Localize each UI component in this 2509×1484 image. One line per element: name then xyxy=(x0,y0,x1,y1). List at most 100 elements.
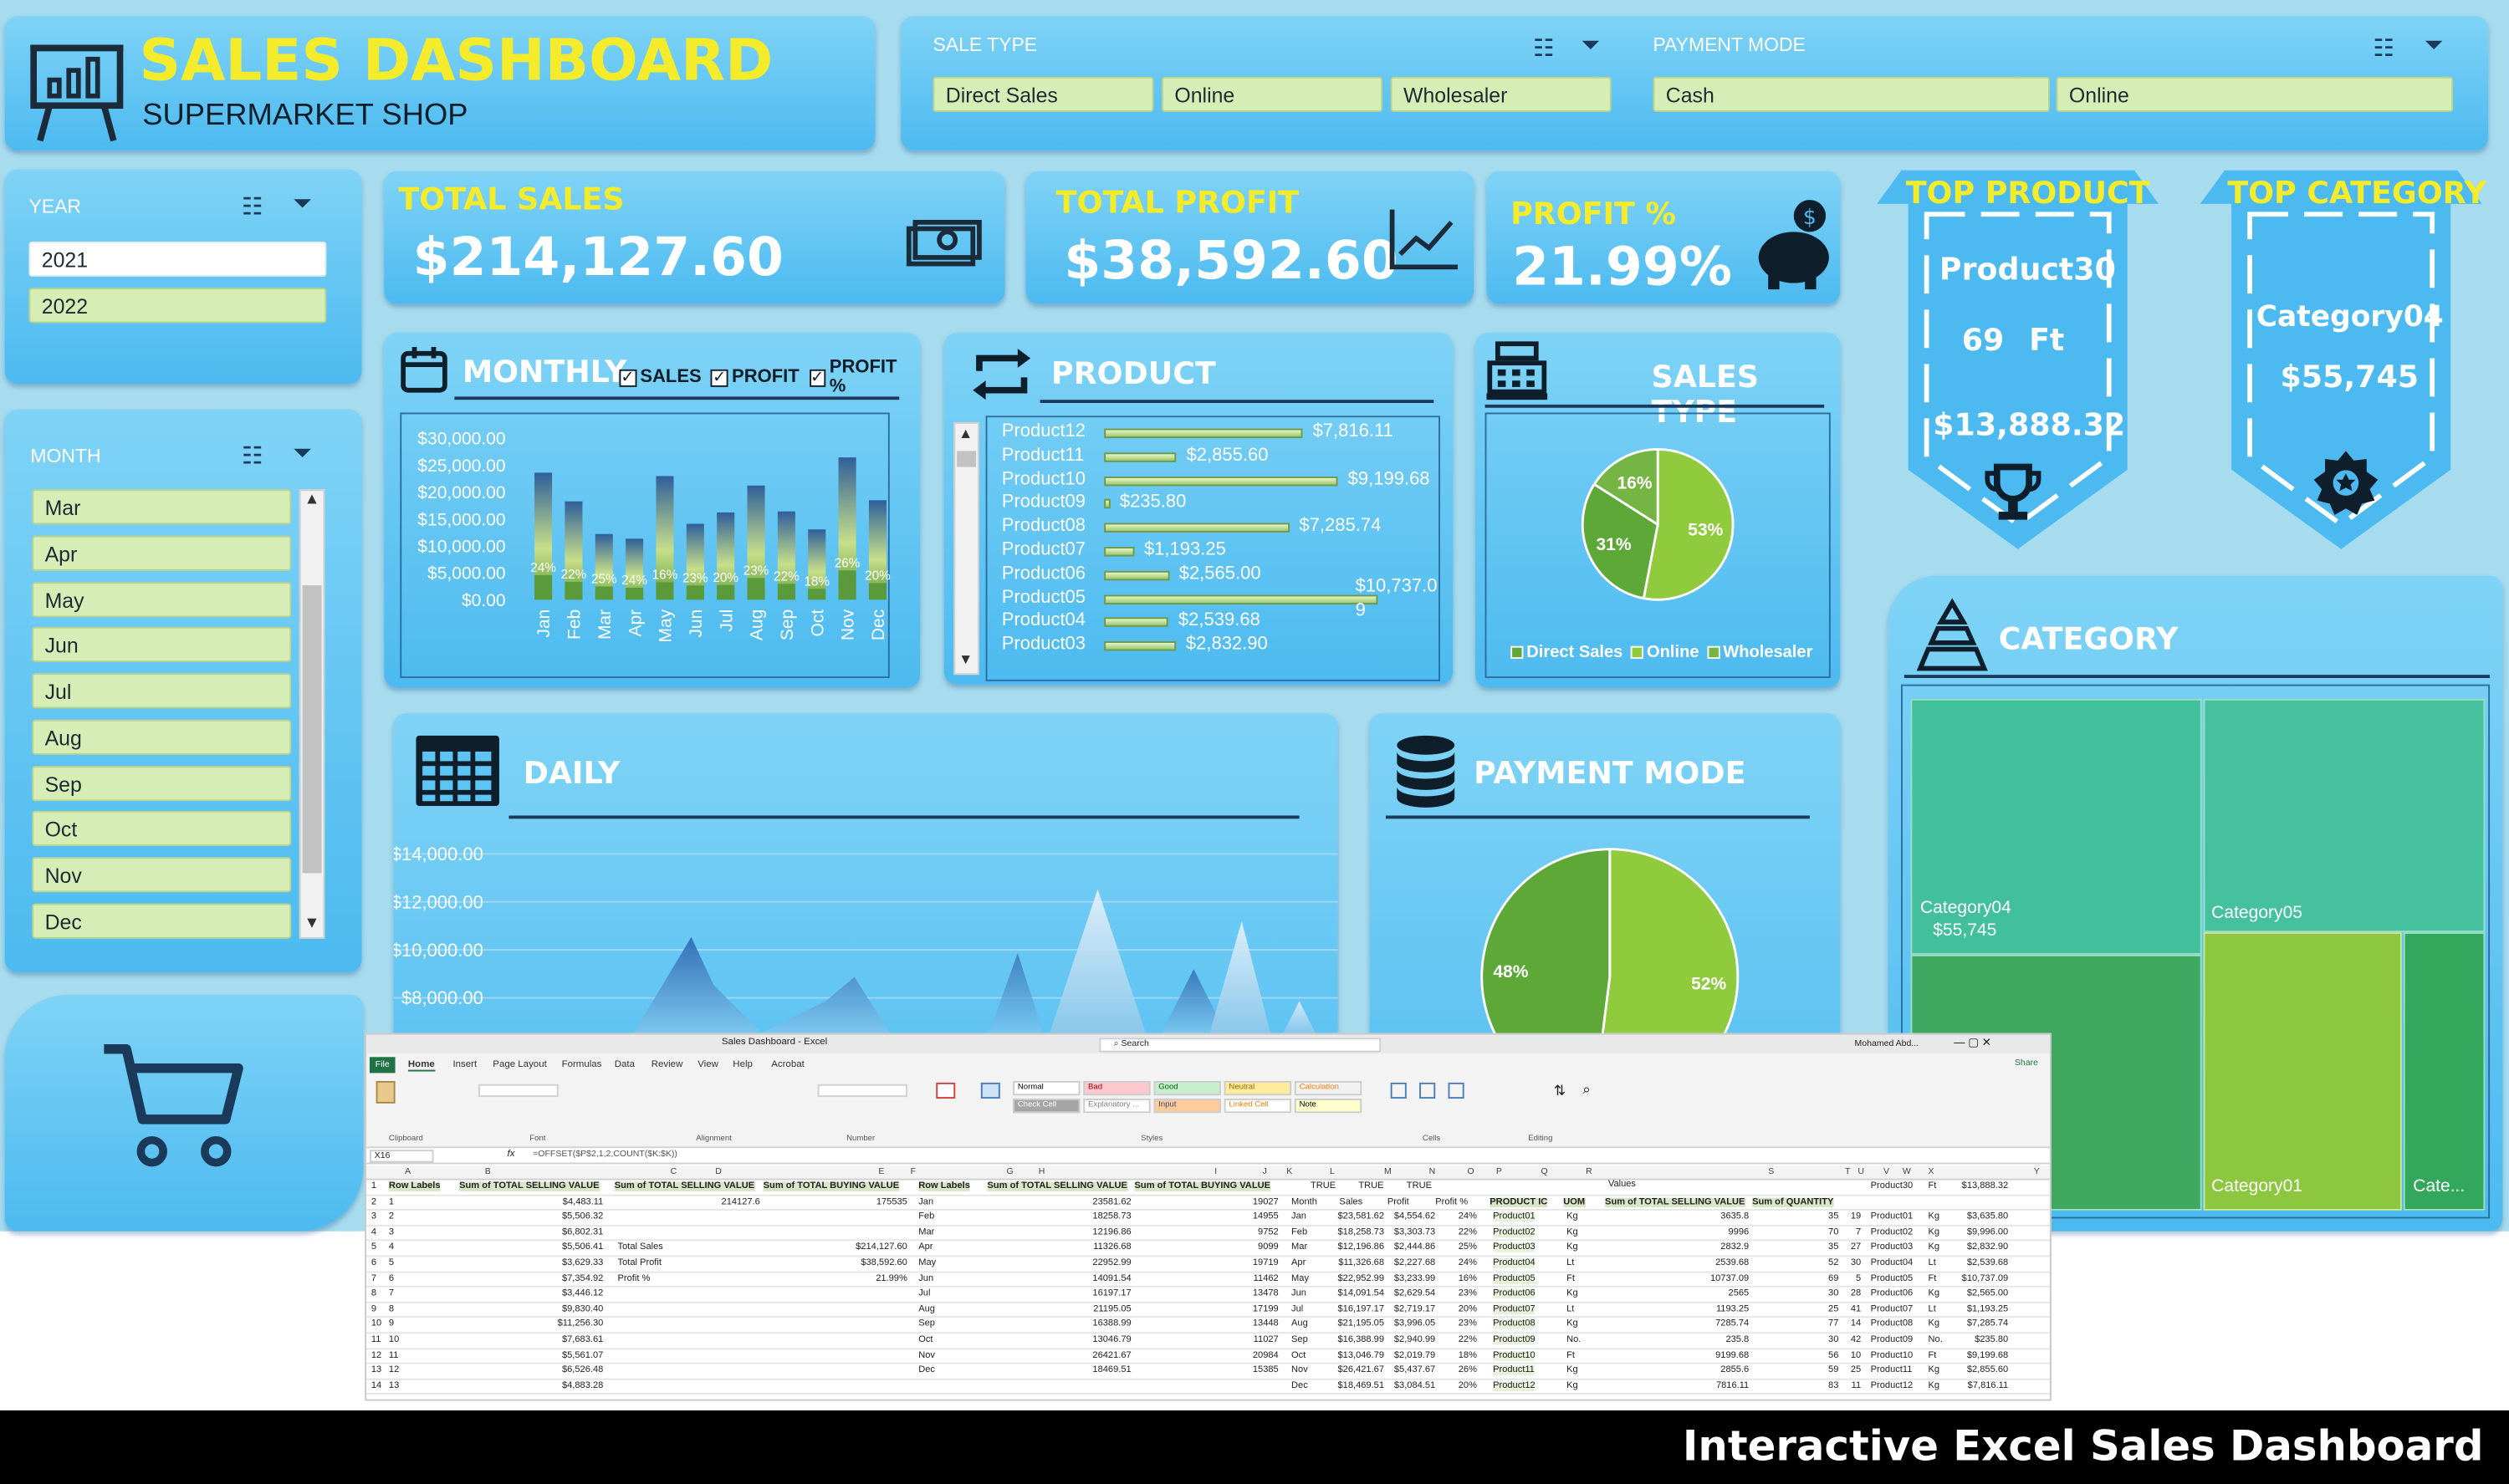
column-letter[interactable]: S xyxy=(1768,1167,1774,1176)
scroll-down-icon[interactable]: ▼ xyxy=(958,650,973,666)
sheet-cell[interactable]: 10 xyxy=(1845,1350,1861,1359)
font-name-box[interactable] xyxy=(478,1084,559,1098)
sheet-cell[interactable]: 52 xyxy=(1775,1258,1838,1267)
sheet-cell[interactable]: $23,581.62 xyxy=(1311,1212,1384,1221)
sheet-cell[interactable]: Jun xyxy=(1291,1289,1306,1298)
sheet-cell[interactable]: 13 xyxy=(389,1381,399,1390)
sheet-cell[interactable]: 23% xyxy=(1438,1289,1477,1298)
sheet-cell[interactable]: Product30 xyxy=(1871,1181,1914,1191)
sheet-cell[interactable]: $38,592.60 xyxy=(766,1258,907,1267)
year-option[interactable]: 2022 xyxy=(28,288,327,324)
profit-bar[interactable] xyxy=(868,583,887,600)
sheet-cell[interactable]: Mar xyxy=(1291,1243,1307,1252)
sheet-cell[interactable]: $9,199.68 xyxy=(1947,1350,2008,1359)
scroll-thumb[interactable] xyxy=(957,451,977,467)
sheet-cell[interactable]: 14091.54 xyxy=(1006,1274,1131,1283)
sheet-cell[interactable]: TRUE xyxy=(1407,1181,1432,1191)
sheet-cell[interactable]: $16,388.99 xyxy=(1311,1335,1384,1344)
sheet-cell[interactable]: $3,303.73 xyxy=(1375,1228,1435,1237)
sheet-cell[interactable]: 83 xyxy=(1775,1381,1838,1390)
sheet-cell[interactable]: Kg xyxy=(1929,1381,1940,1390)
month-option[interactable]: Apr xyxy=(32,535,292,571)
sheet-cell[interactable]: $214,127.60 xyxy=(766,1243,907,1252)
sheet-cell[interactable]: Ft xyxy=(1929,1350,1937,1359)
cell-style-swatch[interactable]: Bad xyxy=(1083,1080,1151,1096)
sheet-cell[interactable]: No. xyxy=(1566,1335,1581,1344)
sheet-cell[interactable]: $4,883.28 xyxy=(462,1381,603,1390)
sheet-cell[interactable]: $9,996.00 xyxy=(1947,1228,2008,1237)
sheet-cell[interactable]: $5,506.32 xyxy=(462,1212,603,1221)
sheet-cell[interactable]: Kg xyxy=(1566,1228,1578,1237)
column-letter[interactable]: X xyxy=(1929,1167,1934,1176)
sheet-cell[interactable]: Ft xyxy=(1929,1181,1937,1191)
sheet-cell[interactable]: $2,565.00 xyxy=(1947,1289,2008,1298)
sheet-cell[interactable]: Product07 xyxy=(1871,1304,1914,1313)
row-number[interactable]: 8 xyxy=(371,1289,376,1298)
row-number[interactable]: 7 xyxy=(371,1274,376,1283)
ribbon-tab-file[interactable]: File xyxy=(369,1057,396,1073)
product-bar[interactable] xyxy=(1104,641,1177,651)
pivot-header[interactable]: Sum of TOTAL SELLING VALUE xyxy=(614,1181,755,1191)
sheet-cell[interactable]: 10 xyxy=(389,1335,399,1344)
sheet-cell[interactable]: TRUE xyxy=(1358,1181,1383,1191)
profit-bar[interactable] xyxy=(747,578,765,600)
sheet-cell[interactable]: Ft xyxy=(1929,1274,1937,1283)
column-letter[interactable]: U xyxy=(1857,1167,1864,1176)
sheet-cell[interactable]: Kg xyxy=(1566,1366,1578,1375)
sheet-cell[interactable]: 22% xyxy=(1438,1335,1477,1344)
sheet-cell[interactable]: $26,421.67 xyxy=(1311,1366,1384,1375)
sheet-cell[interactable]: Kg xyxy=(1929,1366,1940,1375)
sheet-cell[interactable]: $11,256.30 xyxy=(462,1320,604,1329)
ribbon-tab-view[interactable]: View xyxy=(698,1060,718,1069)
ribbon-tab-acrobat[interactable]: Acrobat xyxy=(771,1060,805,1069)
cell-style-swatch[interactable]: Note xyxy=(1294,1099,1362,1114)
sheet-cell[interactable]: 11326.68 xyxy=(1006,1243,1131,1252)
column-letter[interactable]: F xyxy=(911,1167,916,1176)
sheet-cell[interactable]: $3,629.33 xyxy=(462,1258,603,1267)
cell-style-swatch[interactable]: Explanatory ... xyxy=(1083,1099,1151,1114)
row-number[interactable]: 1 xyxy=(371,1181,376,1191)
sheet-cell[interactable]: 9099 xyxy=(1151,1243,1279,1252)
sheet-cell[interactable]: 42 xyxy=(1845,1335,1861,1344)
sheet-cell[interactable]: 23% xyxy=(1438,1320,1477,1329)
sheet-cell[interactable]: 30 xyxy=(1845,1258,1861,1267)
sheet-cell[interactable]: Product12 xyxy=(1871,1381,1914,1390)
sheet-cell[interactable]: 22952.99 xyxy=(1006,1258,1131,1267)
row-number[interactable]: 13 xyxy=(371,1366,381,1375)
sheet-cell[interactable]: $2,629.54 xyxy=(1375,1289,1435,1298)
sheet-cell[interactable]: Jan xyxy=(1291,1212,1306,1221)
share-button[interactable]: Share xyxy=(2015,1058,2038,1068)
sheet-cell[interactable]: 214127.6 xyxy=(622,1197,760,1206)
sheet-cell[interactable]: 5 xyxy=(389,1258,394,1267)
column-letter[interactable]: A xyxy=(405,1167,411,1176)
sheet-cell[interactable]: Product02 xyxy=(1493,1227,1536,1238)
sheet-cell[interactable]: $13,046.79 xyxy=(1311,1350,1384,1359)
pivot-header[interactable]: Values xyxy=(1608,1181,1636,1190)
sheet-cell[interactable]: Nov xyxy=(918,1350,935,1359)
row-number[interactable]: 9 xyxy=(371,1304,376,1313)
ribbon-tab-help[interactable]: Help xyxy=(733,1060,753,1069)
sheet-cell[interactable]: Apr xyxy=(1291,1258,1306,1267)
multiselect-icon[interactable]: ☷ xyxy=(1533,33,1555,63)
cell-style-swatch[interactable]: Check Cell xyxy=(1013,1099,1081,1114)
sheet-cell[interactable]: 14 xyxy=(1845,1320,1861,1329)
profit-bar[interactable] xyxy=(534,574,553,600)
pivot-header[interactable]: UOM xyxy=(1563,1196,1586,1207)
sheet-cell[interactable]: 2 xyxy=(389,1212,394,1221)
sheet-cell[interactable]: Product09 xyxy=(1871,1335,1914,1344)
sheet-cell[interactable]: $2,855.60 xyxy=(1947,1366,2008,1375)
sheet-cell[interactable]: 35 xyxy=(1775,1212,1838,1221)
sheet-cell[interactable]: Lt xyxy=(1929,1258,1936,1267)
profit-bar[interactable] xyxy=(717,584,735,600)
sheet-cell[interactable]: Oct xyxy=(918,1335,933,1344)
sheet-cell[interactable]: Kg xyxy=(1566,1243,1578,1252)
sheet-cell[interactable]: 18% xyxy=(1438,1350,1477,1359)
payment-mode-option[interactable]: Online xyxy=(2056,76,2454,112)
row-number[interactable]: 5 xyxy=(371,1243,376,1252)
sheet-cell[interactable]: $2,719.17 xyxy=(1375,1304,1435,1313)
sheet-cell[interactable]: Sep xyxy=(918,1320,935,1329)
sheet-cell[interactable]: 1193.25 xyxy=(1647,1304,1749,1313)
sheet-cell[interactable]: Product01 xyxy=(1871,1212,1914,1221)
sheet-cell[interactable]: 12196.86 xyxy=(1006,1228,1131,1237)
sheet-cell[interactable]: Kg xyxy=(1929,1289,1940,1298)
